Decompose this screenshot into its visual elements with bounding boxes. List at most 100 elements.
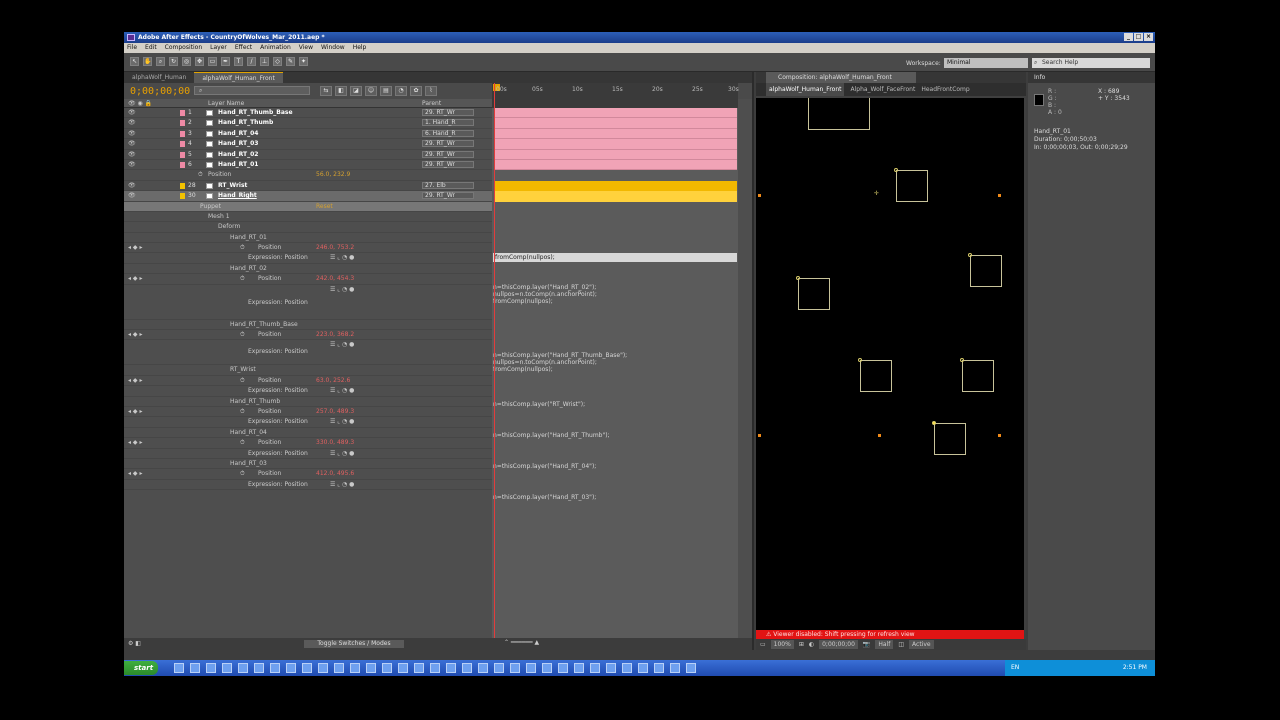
pin-name[interactable]: RT_Wrist (230, 366, 256, 373)
stopwatch-icon[interactable]: ⏱ (240, 244, 245, 252)
expression-controls-icon[interactable]: ☰ ⌞ ◔ ● (330, 450, 354, 457)
clock[interactable]: 2:51 PM (1123, 664, 1147, 671)
start-button[interactable]: start (124, 661, 158, 675)
close-button[interactable]: × (1144, 33, 1153, 41)
layer-name[interactable]: Hand_RT_Thumb_Base (218, 109, 293, 116)
property-row[interactable]: ⏱ Position 56.0, 232.9 (124, 170, 492, 181)
brainstorm-icon[interactable]: ✿ (410, 86, 422, 96)
stopwatch-icon[interactable]: ⏱ (240, 408, 245, 416)
layer-duration-bar-selected[interactable] (494, 191, 737, 202)
app-icon[interactable] (638, 663, 648, 673)
brush-tool-icon[interactable]: / (247, 57, 256, 66)
graph-editor-icon[interactable]: ⌇ (425, 86, 437, 96)
tab-alphawolf-human-front[interactable]: alphaWolf_Human_Front (194, 72, 283, 83)
bounding-handle[interactable] (758, 434, 761, 437)
menu-effect[interactable]: Effect (235, 43, 252, 53)
app-icon[interactable] (446, 663, 456, 673)
pin-row[interactable]: Hand_RT_04 (124, 428, 492, 439)
layer-name[interactable]: Hand_Right (218, 192, 257, 199)
parent-dropdown[interactable]: 29. RT_Wr (422, 109, 474, 116)
parent-dropdown[interactable]: 1. Hand_R (422, 119, 474, 127)
keyframe-nav-icon[interactable]: ◂ ◆ ▸ (128, 439, 142, 446)
roto-brush-tool-icon[interactable]: ✎ (286, 57, 295, 66)
mask-visibility-icon[interactable]: ◐ (809, 639, 814, 650)
null-anchor-icon[interactable] (932, 421, 936, 425)
label-color-chip[interactable] (180, 161, 185, 168)
selection-tool-icon[interactable]: ↖ (130, 57, 139, 66)
pin-row[interactable]: Hand_RT_03 (124, 459, 492, 470)
layer-row[interactable]: 👁 3 Hand_RT_04 6. Hand_R (124, 129, 492, 140)
stopwatch-icon[interactable]: ⏱ (240, 331, 245, 339)
eye-icon[interactable]: 👁 (128, 130, 136, 137)
column-layer-name[interactable]: Layer Name (208, 100, 244, 107)
menu-view[interactable]: View (299, 43, 313, 53)
parent-dropdown[interactable]: 6. Hand_R (422, 129, 474, 137)
pan-behind-tool-icon[interactable]: ✥ (195, 57, 204, 66)
parent-dropdown[interactable]: 29. RT_Wr (422, 140, 474, 148)
pin-target-box[interactable] (860, 360, 892, 392)
property-row[interactable]: ◂ ◆ ▸ ⏱ Position 257.0, 489.3 (124, 407, 492, 418)
snapshot-icon[interactable]: 📷 (863, 639, 870, 650)
app-icon[interactable] (574, 663, 584, 673)
layer-name[interactable]: Hand_RT_01 (218, 161, 258, 168)
timeline-track-area[interactable]: fromComp(nullpos); n=thisComp.layer("Han… (492, 108, 738, 648)
label-color-chip[interactable] (180, 130, 185, 137)
resolution-dropdown[interactable]: Half (875, 640, 894, 649)
label-color-chip[interactable] (180, 193, 185, 200)
app-icon[interactable] (622, 663, 632, 673)
stopwatch-icon[interactable]: ⏱ (240, 470, 245, 478)
property-value[interactable]: 330.0, 489.3 (316, 439, 354, 446)
time-ruler[interactable]: 00s 05s 10s 15s 20s 25s 30s (492, 83, 739, 99)
null-anchor-icon[interactable] (960, 358, 964, 362)
expression-field[interactable]: fromComp(nullpos); (493, 253, 737, 262)
app-icon[interactable] (254, 663, 264, 673)
expression-text[interactable]: n=thisComp.layer("Hand_RT_02"); nullpos=… (493, 284, 597, 305)
expression-controls-icon[interactable]: ☰ ⌞ ◔ ● (330, 254, 354, 261)
composition-viewer[interactable]: ✛ (756, 98, 1024, 630)
shy-icon[interactable]: ☺ (365, 86, 377, 96)
label-color-chip[interactable] (180, 151, 185, 158)
app-icon[interactable] (478, 663, 488, 673)
expression-controls-icon[interactable]: ☰ ⌞ ◔ ● (330, 387, 354, 394)
current-time-field[interactable]: 0;00;00;00 (819, 640, 858, 649)
property-value[interactable]: 242.0, 454.3 (316, 275, 354, 282)
draft-3d-icon[interactable]: ◪ (350, 86, 362, 96)
eye-icon[interactable]: 👁 (128, 182, 136, 189)
null-anchor-icon[interactable] (894, 168, 898, 172)
property-value[interactable]: 56.0, 232.9 (316, 171, 350, 178)
pin-name[interactable]: Hand_RT_01 (230, 234, 267, 241)
reset-link[interactable]: Reset (316, 203, 333, 210)
pin-name[interactable]: Hand_RT_Thumb (230, 398, 280, 405)
label-color-chip[interactable] (180, 120, 185, 127)
app-icon[interactable] (286, 663, 296, 673)
parent-dropdown[interactable]: 29. RT_Wr (422, 160, 474, 168)
property-row[interactable]: ◂ ◆ ▸ ⏱ Position 330.0, 489.3 (124, 438, 492, 449)
zoom-tool-icon[interactable]: ⌕ (156, 57, 165, 66)
menu-layer[interactable]: Layer (210, 43, 227, 53)
keyframe-nav-icon[interactable]: ◂ ◆ ▸ (128, 408, 142, 415)
property-value[interactable]: 246.0, 753.2 (316, 244, 354, 251)
null-anchor-icon[interactable] (796, 276, 800, 280)
flow-item[interactable]: alphaWolf_Human_Front (766, 83, 845, 96)
app-icon[interactable] (366, 663, 376, 673)
menu-window[interactable]: Window (321, 43, 345, 53)
eye-icon[interactable]: 👁 (128, 151, 136, 158)
rectangle-tool-icon[interactable]: ▭ (208, 57, 217, 66)
app-icon[interactable] (270, 663, 280, 673)
comp-mini-flowchart-icon[interactable]: ⇆ (320, 86, 332, 96)
app-icon[interactable] (670, 663, 680, 673)
layer-name[interactable]: Hand_RT_03 (218, 140, 258, 147)
pin-target-box[interactable] (962, 360, 994, 392)
menu-help[interactable]: Help (353, 43, 367, 53)
layer-name[interactable]: RT_Wrist (218, 182, 247, 189)
property-value[interactable]: 257.0, 489.3 (316, 408, 354, 415)
frame-blending-icon[interactable]: ▤ (380, 86, 392, 96)
pin-target-box[interactable] (808, 98, 870, 130)
label-color-chip[interactable] (180, 110, 185, 116)
effect-row[interactable]: Puppet Reset (124, 201, 492, 212)
layer-row[interactable]: 👁 6 Hand_RT_01 29. RT_Wr (124, 160, 492, 171)
app-icon[interactable] (302, 663, 312, 673)
flow-item[interactable]: Alpha_Wolf_FaceFront (850, 83, 915, 96)
current-time-indicator-line[interactable] (494, 83, 495, 649)
app-icon[interactable] (542, 663, 552, 673)
